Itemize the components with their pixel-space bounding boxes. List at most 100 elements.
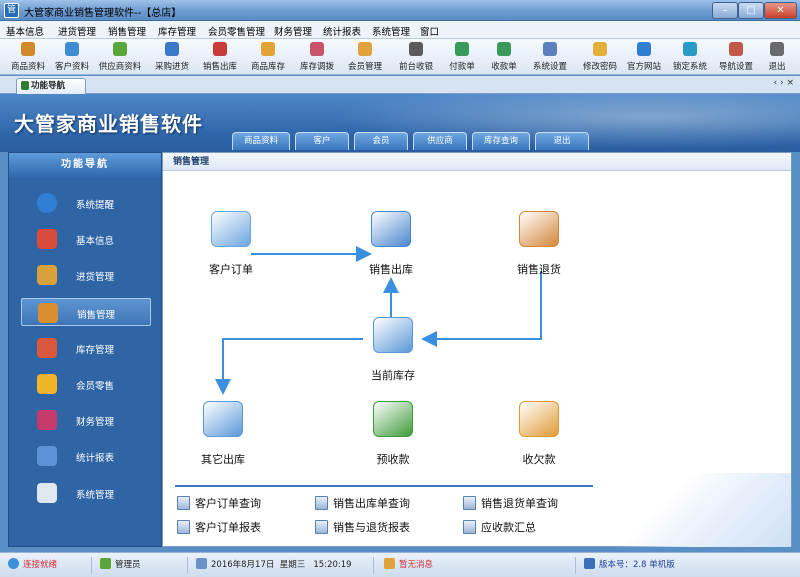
sidebar-item-7[interactable]: 财务管理 (21, 406, 151, 434)
toolbar-label: 前台收银 (398, 62, 433, 72)
banner-tab-exit[interactable]: 退出 (535, 132, 589, 150)
menu-system[interactable]: 系统管理 (372, 24, 410, 38)
node-label[interactable]: 销售退货 (494, 261, 584, 277)
password-icon (593, 42, 607, 56)
toolbar-button-1[interactable]: 商品资料 (8, 40, 48, 74)
close-button[interactable]: ✕ (764, 2, 797, 19)
menu-window[interactable]: 窗口 (420, 24, 439, 38)
sidebar-item-5[interactable]: 库存管理 (21, 334, 151, 362)
toolbar-button-8[interactable]: 会员管理 (343, 40, 387, 74)
sidebar-item-6[interactable]: 会员零售 (21, 370, 151, 398)
doc-report-icon (177, 520, 190, 534)
doc-search-icon (315, 496, 328, 510)
menu-reports[interactable]: 统计报表 (323, 24, 361, 38)
menu-finance[interactable]: 财务管理 (274, 24, 312, 38)
maximize-button[interactable]: □ (738, 2, 764, 19)
toolbar-button-17[interactable]: 退出 (760, 40, 794, 74)
quick-link-2[interactable]: 销售出库单查询 (315, 495, 410, 511)
cubes-icon (37, 229, 57, 250)
menu-member-retail[interactable]: 会员零售管理 (208, 24, 265, 38)
payment-icon (455, 42, 469, 56)
banner-tab-customers[interactable]: 客户 (295, 132, 349, 150)
sidebar-item-1[interactable]: 系统提醒 (21, 189, 151, 217)
toolbar-button-12[interactable]: 系统设置 (528, 40, 572, 74)
status-date: 2016年8月17日 (211, 560, 275, 570)
toolbar-button-3[interactable]: 供应商资料 (95, 40, 145, 74)
status-message: 暂无消息 (399, 560, 434, 570)
toolbar-label: 商品资料 (10, 62, 45, 72)
banner-tab-stock-query[interactable]: 库存查询 (472, 132, 530, 150)
banner-tab-products[interactable]: 商品资料 (232, 132, 290, 150)
sidebar-item-label: 系统提醒 (76, 200, 115, 211)
sidebar-item-2[interactable]: 基本信息 (21, 225, 151, 253)
toolbar-button-10[interactable]: 付款单 (444, 40, 480, 74)
menu-basic-info[interactable]: 基本信息 (6, 24, 44, 38)
menu-inventory[interactable]: 库存管理 (158, 24, 196, 38)
status-message-cell[interactable]: 暂无消息 (380, 557, 576, 574)
node-label[interactable]: 销售出库 (346, 261, 436, 277)
menu-purchase[interactable]: 进货管理 (58, 24, 96, 38)
toolbar-label: 采购进货 (154, 62, 189, 72)
arrow-return-to-stock (421, 271, 542, 347)
doc-search-icon (177, 496, 190, 510)
quick-link-3[interactable]: 销售退货单查询 (463, 495, 558, 511)
toolbar-button-15[interactable]: 锁定系统 (670, 40, 710, 74)
sidebar-item-label: 进货管理 (76, 272, 115, 284)
toolbar-button-4[interactable]: 采购进货 (150, 40, 194, 74)
sales-return-icon[interactable] (519, 211, 559, 247)
sidebar-item-4[interactable]: 销售管理 (21, 297, 151, 326)
banner-tab-suppliers[interactable]: 供应商 (413, 132, 467, 150)
home-icon (21, 81, 29, 90)
tab-function-nav[interactable]: 功能导航 (16, 78, 86, 94)
node-label[interactable]: 客户订单 (186, 261, 276, 277)
toolbar-button-11[interactable]: 收款单 (486, 40, 522, 74)
toolbar-button-6[interactable]: 商品库存 (247, 40, 289, 74)
website-icon (637, 42, 651, 56)
flow-arrows (215, 246, 542, 395)
node-label[interactable]: 预收款 (348, 451, 438, 467)
tab-label: 功能导航 (31, 81, 66, 91)
arrow-stock-to-other-out (215, 338, 363, 395)
toolbar-button-14[interactable]: 官方网站 (624, 40, 664, 74)
settings-icon (543, 42, 557, 56)
prepayment-icon[interactable] (373, 401, 413, 437)
toolbar-button-9[interactable]: 前台收银 (394, 40, 438, 74)
toolbar-label: 官方网站 (626, 62, 661, 72)
current-stock-icon[interactable] (373, 317, 413, 353)
sidebar-item-label: 销售管理 (77, 309, 116, 321)
quick-link-1[interactable]: 客户订单查询 (177, 495, 261, 511)
minimize-button[interactable]: – (712, 2, 738, 19)
status-time: 15:20:19 (313, 560, 352, 570)
toolbar-label: 付款单 (449, 62, 475, 72)
menu-sales[interactable]: 销售管理 (108, 24, 146, 38)
quick-link-label: 销售出库单查询 (333, 497, 410, 510)
sales-out-truck-icon[interactable] (371, 211, 411, 247)
sidebar-item-3[interactable]: 进货管理 (21, 261, 151, 289)
other-out-icon[interactable] (203, 401, 243, 437)
banner-tab-members[interactable]: 会员 (354, 132, 408, 150)
links-divider (175, 485, 593, 487)
sidebar-item-8[interactable]: 统计报表 (21, 442, 151, 470)
exit-icon (770, 42, 784, 56)
toolbar-button-7[interactable]: 库存调拨 (297, 40, 337, 74)
toolbar-button-13[interactable]: 修改密码 (578, 40, 622, 74)
sidebar-item-label: 财务管理 (76, 417, 115, 429)
receivable-icon[interactable] (519, 401, 559, 437)
node-label[interactable]: 当前库存 (348, 367, 438, 383)
quick-link-6[interactable]: 应收款汇总 (463, 519, 536, 535)
toolbar-button-2[interactable]: 客户资料 (54, 40, 90, 74)
node-label[interactable]: 其它出库 (178, 451, 268, 467)
quick-link-4[interactable]: 客户订单报表 (177, 519, 261, 535)
toolbar-button-16[interactable]: 导航设置 (716, 40, 756, 74)
sidebar-item-9[interactable]: 系统管理 (21, 479, 151, 507)
stock-icon (261, 42, 275, 56)
title-bar[interactable]: 管 大管家商业销售管理软件--【总店】 – □ ✕ (0, 0, 800, 21)
customer-order-icon[interactable] (211, 211, 251, 247)
info-icon (37, 193, 57, 213)
node-label[interactable]: 收欠款 (494, 451, 584, 467)
tab-scroll-arrows[interactable]: ‹ › × (774, 78, 794, 88)
window-title: 大管家商业销售管理软件--【总店】 (24, 8, 182, 19)
sidebar: 功能导航 系统提醒 基本信息 进货管理 销售管理 库存管理 会员零售 财务管理 统计报表 系统管… (8, 152, 162, 547)
toolbar-button-5[interactable]: 销售出库 (199, 40, 241, 74)
quick-link-5[interactable]: 销售与退货报表 (315, 519, 410, 535)
